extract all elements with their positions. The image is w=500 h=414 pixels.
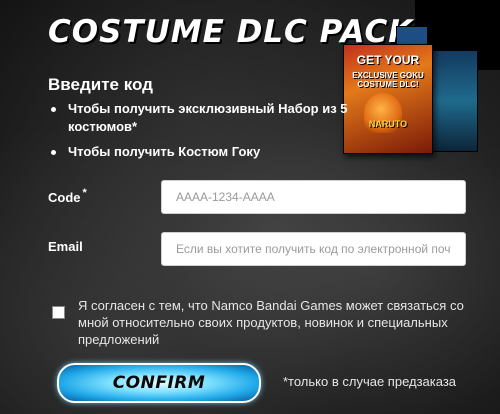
benefit-item: Чтобы получить эксклюзивный Набор из 5 к…	[50, 100, 350, 136]
code-label-text: Code	[48, 190, 81, 205]
email-input[interactable]	[161, 232, 466, 266]
benefit-text: Чтобы получить эксклюзивный Набор из 5 к…	[68, 101, 348, 134]
code-label: Code *	[48, 187, 87, 205]
preorder-note: *только в случае предзаказа	[283, 374, 457, 389]
confirm-button-label: CONFIRM	[112, 373, 206, 393]
benefit-text: Чтобы получить Костюм Гоку	[68, 144, 261, 159]
box-art-headline: GET YOUR	[356, 53, 420, 67]
benefits-list: Чтобы получить эксклюзивный Набор из 5 к…	[50, 100, 350, 168]
benefit-item: Чтобы получить Костюм Гоку	[50, 143, 350, 161]
box-art-logo: NARUTO	[368, 119, 408, 129]
game-box-art: GET YOUR EXCLUSIVE GOKU COSTUME DLC! NAR…	[343, 44, 433, 154]
consent-checkbox[interactable]	[52, 306, 65, 319]
bullet-dot	[51, 107, 56, 112]
bullet-dot	[51, 150, 56, 155]
confirm-button[interactable]: CONFIRM	[57, 363, 261, 403]
box-art-subline: EXCLUSIVE GOKU COSTUME DLC!	[352, 71, 424, 89]
form-heading: Введите код	[48, 75, 153, 94]
required-mark: *	[82, 187, 87, 199]
consent-text: Я согласен с тем, что Namco Bandai Games…	[78, 298, 464, 347]
code-input[interactable]	[161, 180, 466, 214]
email-label: Email	[48, 239, 83, 254]
